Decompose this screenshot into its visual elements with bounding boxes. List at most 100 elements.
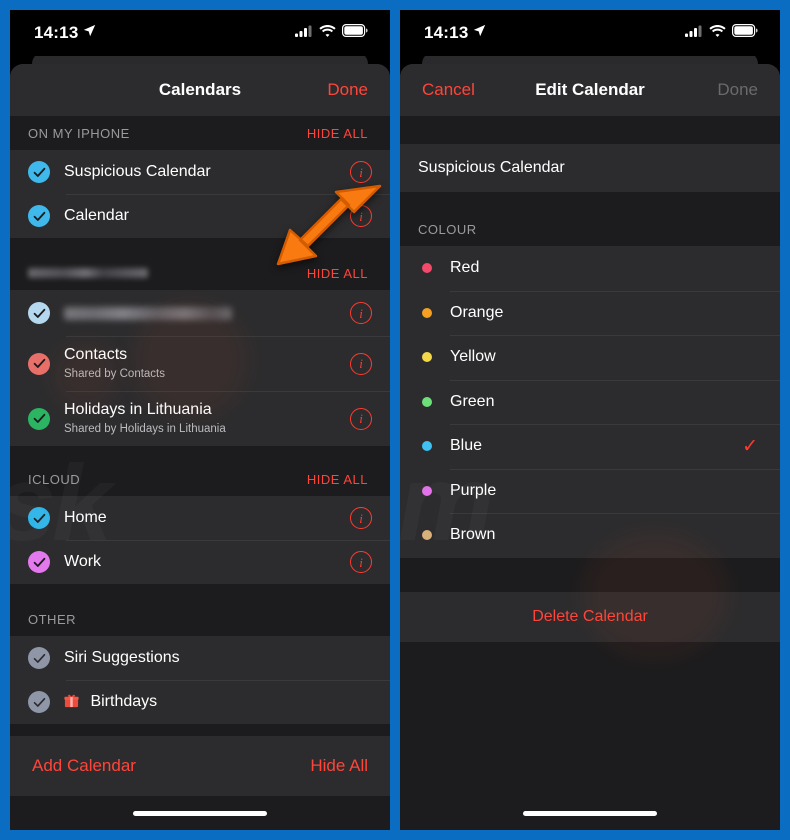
section-title: ON MY IPHONE xyxy=(28,125,130,141)
info-icon[interactable]: i xyxy=(350,507,372,529)
checkmark-circle-icon[interactable] xyxy=(28,507,50,529)
calendar-name: Calendar xyxy=(64,207,129,225)
status-bar-right-group xyxy=(295,24,368,42)
hide-all-link-on-my-iphone[interactable]: HIDE ALL xyxy=(307,126,368,141)
edit-calendar-scroll[interactable]: Suspicious Calendar COLOUR Red Orange Ye… xyxy=(400,116,780,796)
section-header-icloud: ICLOUD HIDE ALL xyxy=(10,462,390,496)
colour-swatch-icon xyxy=(422,485,432,496)
hide-all-link-icloud[interactable]: HIDE ALL xyxy=(307,472,368,487)
checkmark-circle-icon[interactable] xyxy=(28,352,50,375)
status-bar-left-group: 14:13 xyxy=(424,23,486,43)
wifi-icon xyxy=(709,24,726,42)
checkmark-circle-icon[interactable] xyxy=(28,205,50,227)
calendar-row-text: Siri Suggestions xyxy=(64,648,372,667)
colour-option-brown[interactable]: Brown xyxy=(400,513,780,558)
status-bar-right: 14:13 xyxy=(400,10,780,56)
info-icon[interactable]: i xyxy=(350,161,372,183)
add-calendar-button[interactable]: Add Calendar xyxy=(32,756,136,776)
done-button[interactable]: Done xyxy=(327,80,368,100)
status-bar-time: 14:13 xyxy=(424,23,469,42)
checkmark-circle-icon[interactable] xyxy=(28,551,50,573)
status-bar-time: 14:13 xyxy=(34,23,79,42)
home-indicator[interactable] xyxy=(523,810,657,816)
calendar-name: Contacts xyxy=(64,346,128,364)
calendar-group-other: Siri Suggestions Birthdays xyxy=(10,636,390,724)
section-gap-bottom xyxy=(10,724,390,736)
delete-calendar-label: Delete Calendar xyxy=(532,607,648,625)
status-bar-left: 14:13 xyxy=(10,10,390,56)
screenshot-stage: 14:13 Calendars Done ON MY IPHONE HIDE A… xyxy=(0,0,790,840)
calendars-toolbar: Add Calendar Hide All xyxy=(10,736,390,796)
left-phone-screen: 14:13 Calendars Done ON MY IPHONE HIDE A… xyxy=(10,10,390,830)
gift-icon xyxy=(64,693,79,708)
battery-full-icon xyxy=(342,24,368,42)
colour-option-blue[interactable]: Blue ✓ xyxy=(400,424,780,469)
colour-option-orange[interactable]: Orange xyxy=(400,290,780,335)
calendar-row-text: Holidays in Lithuania Shared by Holidays… xyxy=(64,400,350,436)
checkmark-circle-icon[interactable] xyxy=(28,407,50,430)
calendar-name: Holidays in Lithuania xyxy=(64,401,212,419)
right-navigation-bar: Cancel Edit Calendar Done xyxy=(400,64,780,116)
blurred-account-header-text xyxy=(28,268,148,278)
calendar-row-home[interactable]: Home i xyxy=(10,496,390,540)
checkmark-circle-icon[interactable] xyxy=(28,647,50,669)
colour-label: Yellow xyxy=(450,348,496,366)
calendar-row-birthdays[interactable]: Birthdays xyxy=(10,680,390,724)
calendar-group-account: i Contacts Shared by Contacts i Holidays… xyxy=(10,290,390,446)
calendar-name-value: Suspicious Calendar xyxy=(418,159,565,176)
wifi-icon xyxy=(319,24,336,42)
done-button[interactable]: Done xyxy=(717,80,758,100)
calendar-name-input[interactable]: Suspicious Calendar xyxy=(400,144,780,192)
cancel-button[interactable]: Cancel xyxy=(422,80,475,100)
calendar-name: Birthdays xyxy=(90,693,158,711)
section-gap xyxy=(10,584,390,602)
info-icon[interactable]: i xyxy=(350,551,372,573)
section-title: COLOUR xyxy=(418,221,477,237)
section-header-other: OTHER xyxy=(10,602,390,636)
calendar-name: Suspicious Calendar xyxy=(64,163,211,181)
home-indicator[interactable] xyxy=(133,810,267,816)
colour-label: Blue xyxy=(450,437,483,455)
section-gap xyxy=(400,192,780,212)
location-arrow-icon xyxy=(83,24,96,42)
hide-all-button[interactable]: Hide All xyxy=(310,756,368,776)
location-arrow-icon xyxy=(473,24,486,42)
edit-calendar-sheet: Cancel Edit Calendar Done Suspicious Cal… xyxy=(400,64,780,830)
status-bar-right-group xyxy=(685,24,758,42)
colour-option-yellow[interactable]: Yellow xyxy=(400,335,780,380)
colour-label: Brown xyxy=(450,526,496,544)
colour-swatch-icon xyxy=(422,352,432,363)
colour-option-green[interactable]: Green xyxy=(400,379,780,424)
colour-option-purple[interactable]: Purple xyxy=(400,468,780,513)
delete-calendar-row[interactable]: Delete Calendar xyxy=(400,591,780,642)
info-icon[interactable]: i xyxy=(350,302,372,324)
checkmark-circle-icon[interactable] xyxy=(28,161,50,183)
calendar-name: Home xyxy=(64,509,107,527)
arrow-up-right-icon xyxy=(276,184,382,266)
calendar-row-blurred-email[interactable]: i xyxy=(10,290,390,336)
colour-option-red[interactable]: Red xyxy=(400,246,780,291)
calendar-row-contacts[interactable]: Contacts Shared by Contacts i xyxy=(10,336,390,391)
calendar-row-siri-suggestions[interactable]: Siri Suggestions xyxy=(10,636,390,680)
colour-label: Orange xyxy=(450,303,504,321)
section-header-on-my-iphone: ON MY IPHONE HIDE ALL xyxy=(10,116,390,150)
checkmark-circle-icon[interactable] xyxy=(28,691,50,713)
info-icon[interactable]: i xyxy=(350,407,372,430)
colour-swatch-icon xyxy=(422,396,432,407)
empty-area xyxy=(400,641,780,796)
cellular-bars-icon xyxy=(295,24,313,42)
checkmark-circle-icon[interactable] xyxy=(28,302,50,324)
calendar-name: Work xyxy=(64,553,102,571)
colour-swatch-icon xyxy=(422,530,432,541)
section-gap xyxy=(10,446,390,462)
colour-swatch-icon xyxy=(422,263,432,274)
calendars-sheet: Calendars Done ON MY IPHONE HIDE ALL Sus… xyxy=(10,64,390,830)
section-title: OTHER xyxy=(28,611,76,627)
calendar-row-work[interactable]: Work i xyxy=(10,540,390,584)
left-navigation-bar: Calendars Done xyxy=(10,64,390,116)
status-bar-left-group: 14:13 xyxy=(34,23,96,43)
info-icon[interactable]: i xyxy=(350,352,372,375)
calendar-row-holidays[interactable]: Holidays in Lithuania Shared by Holidays… xyxy=(10,391,390,446)
calendar-subtitle: Shared by Holidays in Lithuania xyxy=(64,422,226,435)
colour-options-group: Red Orange Yellow Green Blue ✓ Purple Br… xyxy=(400,246,780,558)
